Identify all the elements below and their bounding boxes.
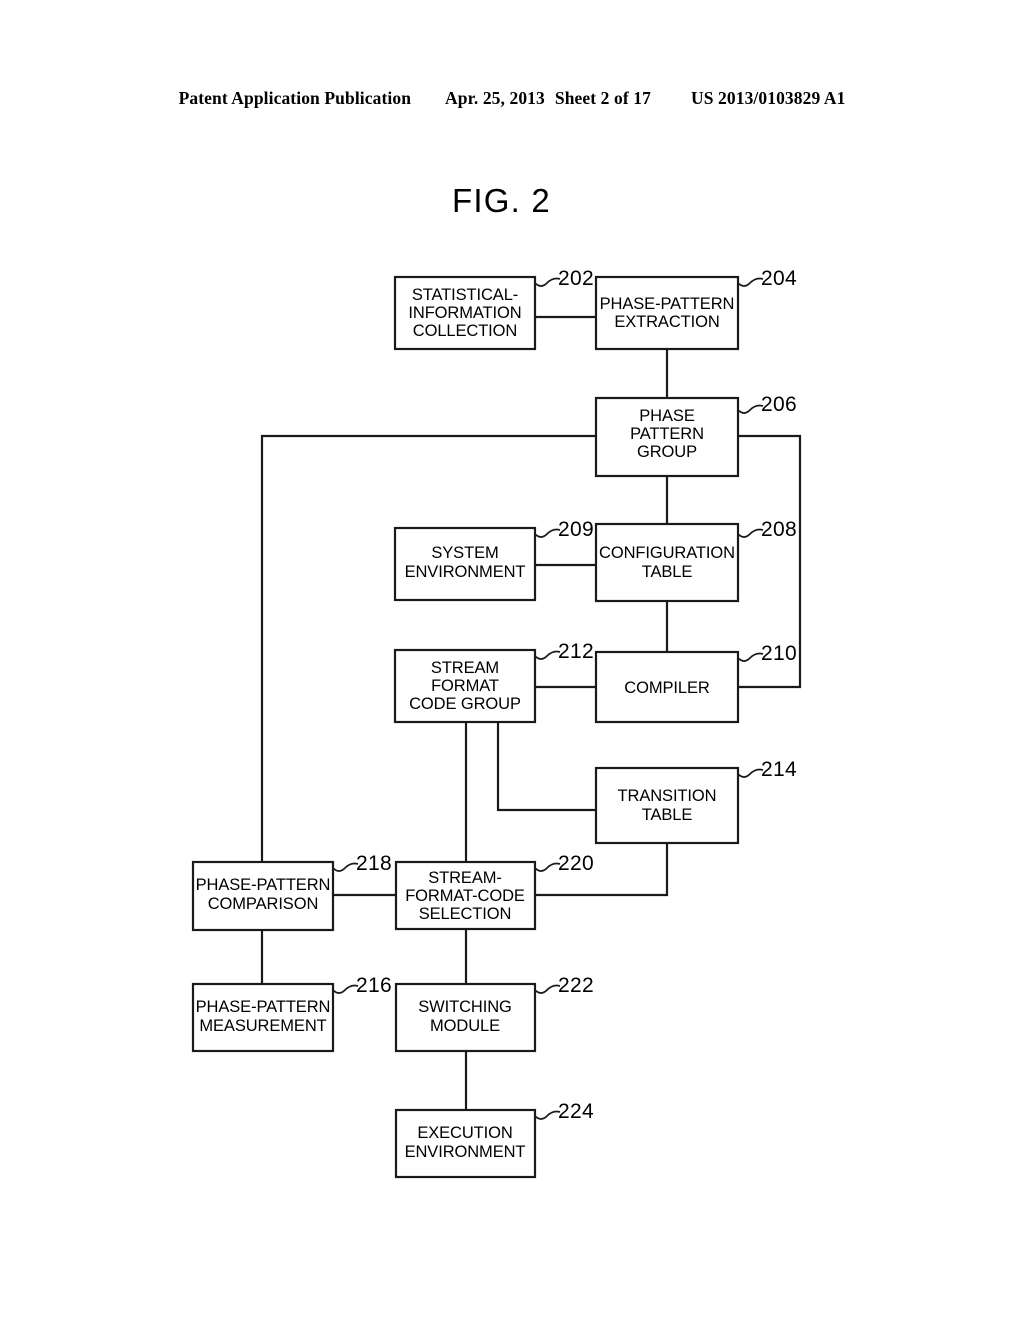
node-208-label-line-1: CONFIGURATION <box>599 544 735 562</box>
leader-210 <box>737 652 764 662</box>
node-204[interactable]: PHASE-PATTERN EXTRACTION 204 <box>594 267 797 351</box>
ref-num-212: 212 <box>558 640 594 663</box>
node-220-label-line-2: FORMAT-CODE <box>405 887 525 905</box>
node-202-label-line-2: INFORMATION <box>408 304 521 322</box>
node-220-label-line-3: SELECTION <box>419 905 512 923</box>
node-210-label-line-1: COMPILER <box>624 679 710 697</box>
node-218-label-line-2: COMPARISON <box>208 895 319 913</box>
node-209-label-line-1: SYSTEM <box>431 544 498 562</box>
node-218[interactable]: PHASE-PATTERN COMPARISON 218 <box>191 852 392 932</box>
node-206-label-line-1: PHASE <box>639 407 695 425</box>
node-216-label-line-1: PHASE-PATTERN <box>196 998 331 1016</box>
leader-209 <box>534 528 561 538</box>
leader-222 <box>534 984 561 994</box>
leader-202 <box>534 277 561 287</box>
leader-206 <box>737 404 764 414</box>
ref-num-218: 218 <box>356 852 392 875</box>
ref-num-224: 224 <box>558 1100 594 1123</box>
node-216-label-line-2: MEASUREMENT <box>199 1017 326 1035</box>
ref-num-220: 220 <box>558 852 594 875</box>
conn-214-220 <box>535 843 669 897</box>
node-212-label-line-1: STREAM <box>431 659 499 677</box>
node-209[interactable]: SYSTEM ENVIRONMENT 209 <box>393 518 594 602</box>
node-208-label-line-2: TABLE <box>642 563 693 581</box>
node-204-label-line-2: EXTRACTION <box>614 313 719 331</box>
ref-num-208: 208 <box>761 518 797 541</box>
node-208[interactable]: CONFIGURATION TABLE 208 <box>594 518 797 603</box>
node-210[interactable]: COMPILER 210 <box>594 642 797 724</box>
leader-214 <box>737 768 764 778</box>
ref-num-202: 202 <box>558 267 594 290</box>
node-214[interactable]: TRANSITION TABLE 214 <box>594 758 797 845</box>
figure-diagram: FIG. 2 STATISTICAL- INFORMATION COLLECTI… <box>191 182 802 1179</box>
node-224-label-line-2: ENVIRONMENT <box>405 1143 526 1161</box>
leader-212 <box>534 650 561 660</box>
leader-220 <box>534 862 561 872</box>
node-224[interactable]: EXECUTION ENVIRONMENT 224 <box>394 1100 594 1179</box>
leader-218 <box>332 862 359 872</box>
leader-204 <box>737 277 764 287</box>
node-220-label-line-1: STREAM- <box>428 869 502 887</box>
node-206-label-line-2: PATTERN <box>630 425 704 443</box>
node-206-label-line-3: GROUP <box>637 443 697 461</box>
node-224-label-line-1: EXECUTION <box>417 1124 512 1142</box>
node-202[interactable]: STATISTICAL- INFORMATION COLLECTION 202 <box>393 267 594 351</box>
node-212[interactable]: STREAM FORMAT CODE GROUP 212 <box>393 640 594 724</box>
ref-num-222: 222 <box>558 974 594 997</box>
node-206[interactable]: PHASE PATTERN GROUP 206 <box>594 393 797 478</box>
ref-num-204: 204 <box>761 267 797 290</box>
node-202-label-line-1: STATISTICAL- <box>412 286 518 304</box>
node-212-label-line-2: FORMAT <box>431 677 499 695</box>
leader-216 <box>332 984 359 994</box>
conn-212-214 <box>496 722 596 812</box>
ref-num-209: 209 <box>558 518 594 541</box>
node-214-label-line-1: TRANSITION <box>618 787 717 805</box>
node-212-label-line-3: CODE GROUP <box>409 695 521 713</box>
ref-num-216: 216 <box>356 974 392 997</box>
node-218-label-line-1: PHASE-PATTERN <box>196 876 331 894</box>
node-220[interactable]: STREAM- FORMAT-CODE SELECTION 220 <box>394 852 594 931</box>
figure-title: FIG. 2 <box>452 182 551 219</box>
node-204-label-line-1: PHASE-PATTERN <box>600 295 735 313</box>
ref-num-210: 210 <box>761 642 797 665</box>
node-209-label-line-2: ENVIRONMENT <box>405 563 526 581</box>
leader-208 <box>737 528 764 538</box>
node-216[interactable]: PHASE-PATTERN MEASUREMENT 216 <box>191 974 392 1053</box>
ref-num-206: 206 <box>761 393 797 416</box>
node-222-label-line-1: SWITCHING <box>418 998 512 1016</box>
node-222[interactable]: SWITCHING MODULE 222 <box>394 974 594 1053</box>
leader-224 <box>534 1110 561 1120</box>
ref-num-214: 214 <box>761 758 797 781</box>
node-202-label-line-3: COLLECTION <box>413 322 517 340</box>
node-214-label-line-2: TABLE <box>642 806 693 824</box>
patent-figure-page: Patent Application Publication Apr. 25, 2… <box>0 0 1024 1320</box>
node-222-label-line-2: MODULE <box>430 1017 500 1035</box>
